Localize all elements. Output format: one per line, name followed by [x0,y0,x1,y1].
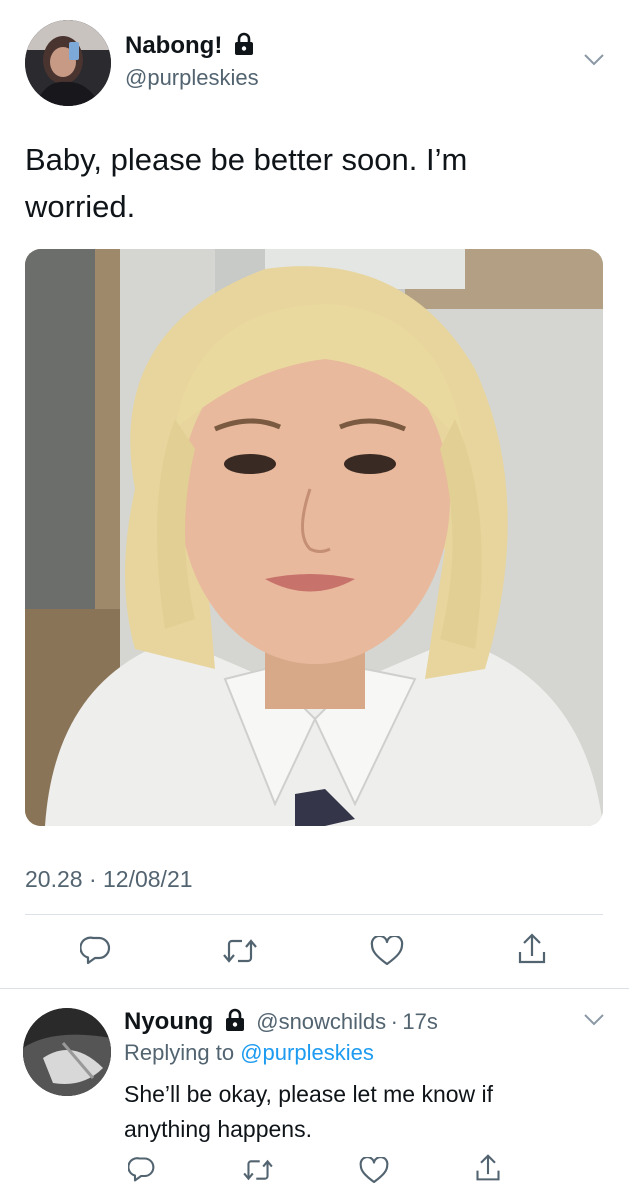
replying-to-handle[interactable]: @purpleskies [240,1040,374,1065]
lock-icon [233,32,255,61]
tweet-photo[interactable] [25,249,603,826]
retweet-icon[interactable] [222,936,258,971]
chevron-down-icon[interactable] [582,1012,606,1033]
separator-dot: · [390,1009,398,1034]
heart-icon[interactable] [359,1156,389,1189]
replying-to: Replying to @purpleskies [124,1040,374,1066]
author-avatar[interactable] [25,20,111,106]
share-icon[interactable] [474,1153,502,1188]
reply-icon[interactable] [127,1155,156,1188]
tweet-text: Baby, please be better soon. I’m worried… [25,142,468,224]
reply-author-handle[interactable]: @snowchilds [256,1009,386,1034]
reply-time-ago[interactable]: 17s [402,1009,437,1034]
replying-to-label: Replying to [124,1040,235,1065]
author-name[interactable]: Nabong! [125,32,222,59]
reply-author-avatar[interactable] [23,1008,111,1096]
reply-text: She’ll be okay, please let me know if an… [124,1081,494,1142]
avatar-photo [23,1008,111,1096]
reply-icon[interactable] [79,934,112,971]
author-name-row: Nabong! [125,32,255,61]
lock-icon [224,1008,246,1037]
heart-icon[interactable] [370,934,404,971]
reply-author-name[interactable]: Nyoung [124,1008,213,1035]
divider [0,988,629,989]
share-icon[interactable] [516,932,548,971]
divider [25,914,603,915]
chevron-down-icon[interactable] [582,52,606,73]
retweet-icon[interactable] [242,1157,274,1188]
author-handle[interactable]: @purpleskies [125,65,259,91]
avatar-photo [25,20,111,106]
tweet-timestamp[interactable]: 20.28 · 12/08/21 [25,866,193,893]
photo-image [25,249,603,826]
reply-header: Nyoung @snowchilds · 17s [124,1008,438,1037]
